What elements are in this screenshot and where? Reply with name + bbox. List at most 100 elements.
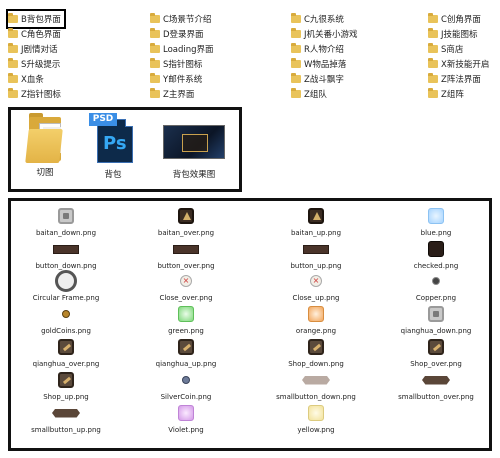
folder-item[interactable]: Z主界面 (150, 86, 194, 102)
file-name: Close_up.png (292, 294, 340, 302)
folder-label: C场景节介绍 (163, 15, 212, 25)
folder-label: C创角界面 (441, 15, 481, 25)
file-label: 背包 (104, 170, 122, 180)
folder-item[interactable]: Loading界面 (150, 41, 214, 57)
file-item[interactable]: smallbutton_down.png (261, 370, 371, 401)
gold-coin-icon (62, 310, 70, 318)
folder-item[interactable]: C场景节介绍 (150, 11, 211, 27)
folder-label: X新技能开启 (441, 60, 490, 70)
file-name: baitan_up.png (290, 229, 342, 237)
file-item[interactable]: orange.png (261, 304, 371, 335)
file-item[interactable]: Shop_down.png (261, 337, 371, 368)
file-item[interactable]: smallbutton_over.png (381, 370, 491, 401)
close-icon: × (180, 275, 192, 287)
file-name: checked.png (413, 262, 459, 270)
file-name: qianghua_down.png (400, 327, 472, 335)
file-item[interactable]: Shop_up.png (11, 370, 121, 401)
file-item[interactable]: yellow.png (261, 403, 371, 434)
file-item[interactable]: Circular Frame.png (11, 270, 121, 302)
folder-item[interactable]: X新技能开启 (428, 56, 489, 72)
folder-item[interactable]: X血条 (8, 71, 44, 87)
folder-label: Z阵法界面 (441, 75, 481, 85)
file-item[interactable]: qianghua_up.png (131, 337, 241, 368)
folder-icon (428, 28, 438, 38)
folder-item[interactable]: C角色界面 (8, 26, 61, 42)
file-item[interactable]: goldCoins.png (11, 304, 121, 335)
folder-item[interactable]: C创角界面 (428, 11, 481, 27)
folder-icon (291, 28, 301, 38)
file-item-psd[interactable]: Ps PSD 背包 (89, 113, 137, 180)
yellow-slot-icon (308, 405, 324, 421)
file-item[interactable]: baitan_up.png (261, 206, 371, 237)
gray-button-icon (58, 208, 74, 224)
bar-icon (173, 244, 199, 254)
folder-item[interactable]: Z组队 (291, 86, 327, 102)
folder-item[interactable]: J机关番小游戏 (291, 26, 358, 42)
folder-item[interactable]: J技能图标 (428, 26, 478, 42)
folder-label: S商店 (441, 45, 464, 55)
folder-item[interactable]: D登录界面 (150, 26, 204, 42)
folder-icon (8, 43, 18, 53)
file-item-cut[interactable]: 切图 (25, 113, 65, 178)
file-item[interactable]: smallbutton_up.png (11, 403, 121, 434)
file-name: button_down.png (35, 262, 97, 270)
folder-label: Z战斗飘字 (304, 75, 344, 85)
bar-icon (303, 244, 329, 254)
file-item[interactable]: Violet.png (131, 403, 241, 434)
folder-item[interactable]: W物品掉落 (291, 56, 346, 72)
small-button-icon (52, 408, 80, 418)
folder-item[interactable]: R人物介绍 (291, 41, 344, 57)
file-item[interactable]: button_over.png (131, 239, 241, 270)
file-name: button_up.png (290, 262, 342, 270)
file-name: smallbutton_down.png (276, 393, 356, 401)
folder-icon (8, 73, 18, 83)
file-item[interactable]: button_down.png (11, 239, 121, 270)
folder-item[interactable]: C九很系统 (291, 11, 344, 27)
green-slot-icon (178, 306, 194, 322)
file-label: 切图 (36, 168, 54, 178)
folder-label: J技能图标 (441, 30, 478, 40)
folder-icon (8, 28, 18, 38)
folder-icon (428, 13, 438, 23)
file-item[interactable]: blue.png (381, 206, 491, 237)
file-item[interactable]: green.png (131, 304, 241, 335)
file-item[interactable]: baitan_down.png (11, 206, 121, 237)
folder-label: B背包界面 (21, 15, 61, 25)
folder-item[interactable]: Z战斗飘字 (291, 71, 344, 87)
file-item[interactable]: baitan_over.png (131, 206, 241, 237)
file-name: Circular Frame.png (32, 294, 100, 302)
folder-item[interactable]: S指针图标 (150, 56, 202, 72)
folder-item[interactable]: J剧情对话 (8, 41, 58, 57)
folder-label: R人物介绍 (304, 45, 344, 55)
file-name: yellow.png (297, 426, 335, 434)
folder-item[interactable]: Z组阵 (428, 86, 464, 102)
file-item[interactable]: Copper.png (381, 271, 491, 302)
file-item-preview[interactable]: 背包效果图 (163, 113, 225, 180)
folder-item[interactable]: S升级提示 (8, 56, 60, 72)
folder-icon (150, 13, 160, 23)
folder-icon (291, 43, 301, 53)
orange-slot-icon (308, 306, 324, 322)
small-button-icon (422, 375, 450, 385)
folder-item[interactable]: S商店 (428, 41, 463, 57)
bar-icon (53, 244, 79, 254)
file-item[interactable]: qianghua_over.png (11, 337, 121, 368)
folder-item[interactable]: Z阵法界面 (428, 71, 481, 87)
folder-icon (428, 73, 438, 83)
blue-slot-icon (428, 208, 444, 224)
file-item[interactable]: × Close_up.png (261, 271, 371, 302)
file-name: Shop_up.png (43, 393, 89, 401)
triangle-button-icon (178, 208, 194, 224)
folder-item[interactable]: B背包界面 (6, 9, 66, 29)
folder-item[interactable]: Z指针图标 (8, 86, 61, 102)
file-item[interactable]: button_up.png (261, 239, 371, 270)
file-item[interactable]: checked.png (381, 239, 491, 270)
file-item[interactable]: Shop_over.png (381, 337, 491, 368)
file-item[interactable]: qianghua_down.png (381, 304, 491, 335)
file-item[interactable]: × Close_over.png (131, 271, 241, 302)
folder-item[interactable]: Y邮件系统 (150, 71, 202, 87)
file-item[interactable]: SilverCoin.png (131, 370, 241, 401)
triangle-button-icon (308, 208, 324, 224)
folder-label: Loading界面 (163, 45, 214, 55)
file-name: button_over.png (157, 262, 215, 270)
